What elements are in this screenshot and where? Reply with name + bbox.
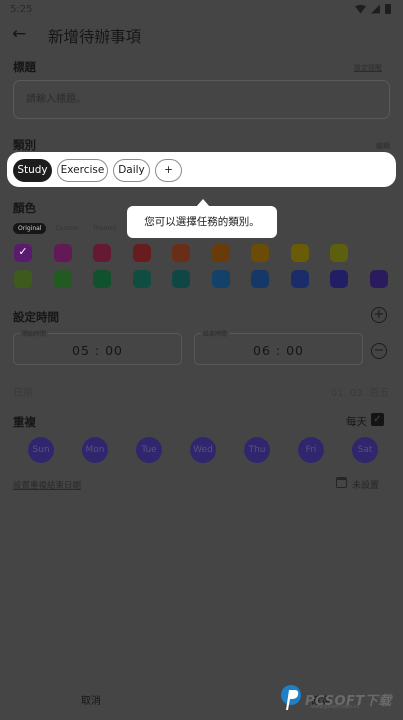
daily-label: 每天 [346,416,367,428]
date-value[interactable]: 01. 03. 週五 [331,384,389,399]
color-tabs: Original Custom Theme1 [13,222,122,235]
color-label: 顏色 [13,201,36,215]
day-fri[interactable]: Fri [298,437,324,463]
color-swatch[interactable] [172,244,190,262]
color-swatch[interactable] [132,244,151,262]
date-label: 日期 [13,388,33,399]
end-time-field[interactable]: 結束時間 06 : 00 [194,329,363,365]
calendar-icon[interactable] [336,477,347,488]
add-time-icon[interactable]: + [371,307,387,323]
color-swatch[interactable] [93,244,111,262]
selected-check-icon: ✓ [18,245,28,258]
chip-daily[interactable]: Daily [113,159,150,182]
set-reminder-link[interactable]: 設定提醒 [354,63,382,73]
day-wed[interactable]: Wed [190,437,216,463]
day-mon[interactable]: Mon [82,437,108,463]
battery-icon [385,4,391,14]
title-label: 標題 [13,60,36,74]
start-time-label: 開始時間 [20,329,49,338]
category-tooltip: 您可以選擇任務的類別。 [127,206,277,238]
color-swatch[interactable] [93,270,111,288]
back-arrow-icon[interactable]: ← [12,26,28,43]
daily-checkbox[interactable]: ✓ [371,413,384,426]
app-bar: ← 新增待辦事項 [0,18,403,54]
color-swatch[interactable] [14,270,32,288]
color-swatch[interactable] [53,270,72,288]
cancel-button[interactable]: 取消 [81,692,101,707]
color-swatch[interactable] [330,244,348,262]
tab-theme1[interactable]: Theme1 [87,223,122,234]
color-swatch[interactable] [251,270,269,288]
color-swatch[interactable] [211,270,230,288]
chip-exercise[interactable]: Exercise [57,159,108,182]
tab-original[interactable]: Original [13,223,47,234]
day-sat[interactable]: Sat [352,437,378,463]
tab-custom[interactable]: Custom [50,223,83,234]
watermark-subtext: www.pcsoft.com.cn [311,704,360,710]
end-time-value: 06 : 00 [253,343,304,358]
start-time-value: 05 : 00 [72,343,123,358]
status-time: 5:25 [10,3,33,15]
repeat-label: 重複 [13,415,36,429]
color-swatch[interactable] [211,244,230,262]
color-swatch[interactable] [290,244,309,262]
color-swatch[interactable] [369,270,388,288]
start-time-field[interactable]: 開始時間 05 : 00 [13,329,182,365]
status-icons [355,4,391,14]
color-swatch[interactable] [53,244,72,262]
color-swatch[interactable] [251,244,269,262]
remove-time-icon[interactable]: − [371,343,387,359]
add-category-button[interactable]: + [155,159,182,182]
day-thu[interactable]: Thu [244,437,270,463]
color-swatch[interactable] [172,270,190,288]
end-repeat-link[interactable]: 設置重複結束日期 [13,479,81,491]
signal-icon [371,4,380,14]
watermark-logo [281,685,301,710]
day-tue[interactable]: Tue [136,437,162,463]
category-label: 類別 [13,138,36,152]
edit-category-link[interactable]: 編輯 [376,141,390,151]
color-swatch[interactable] [330,270,348,288]
wifi-icon [355,4,366,14]
status-bar: 5:25 [0,0,403,18]
color-swatch[interactable]: ✓ [14,244,32,262]
page-title: 新增待辦事項 [48,28,142,46]
end-repeat-value[interactable]: 未設置 [352,478,379,491]
end-time-label: 結束時間 [201,329,230,338]
color-swatch[interactable] [290,270,309,288]
title-input[interactable]: 請輸入標題。 [13,80,390,119]
chip-study[interactable]: Study [13,159,52,182]
set-time-label: 設定時間 [13,310,59,324]
color-swatch[interactable] [132,270,151,288]
day-sun[interactable]: Sun [28,437,54,463]
